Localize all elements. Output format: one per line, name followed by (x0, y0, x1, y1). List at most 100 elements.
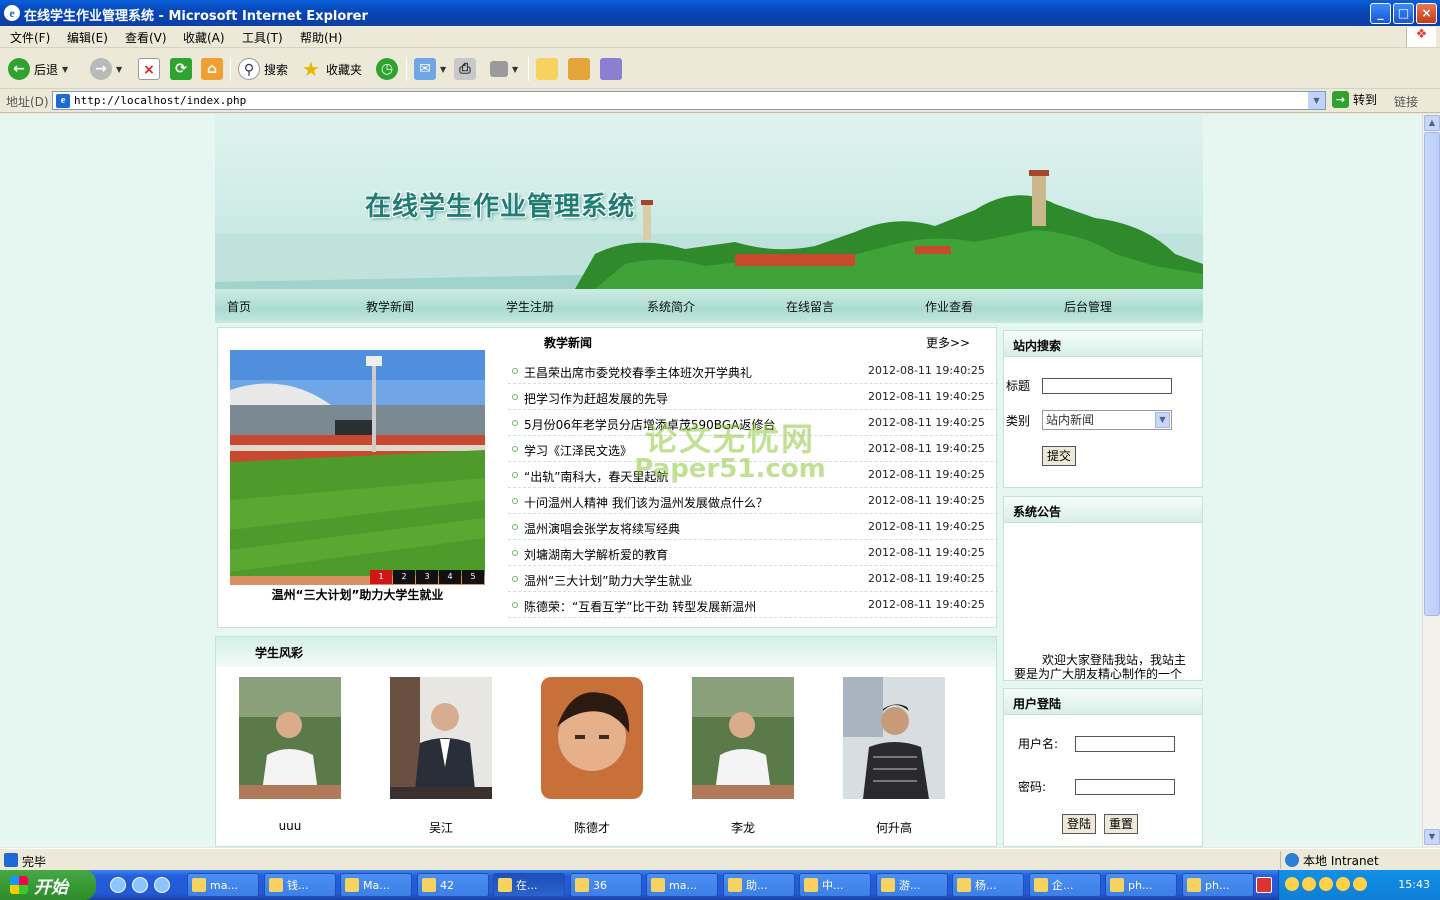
list-item[interactable]: 陈德荣：“互看互学”比干劲 转型发展新温州 2012-08-11 19:40:25 (508, 592, 998, 618)
login-button[interactable]: 登陆 (1062, 814, 1097, 834)
mail-button[interactable]: ✉ ▼ (414, 55, 446, 83)
slideshow-caption[interactable]: 温州“三大计划”助力大学生就业 (230, 586, 485, 603)
taskbar-window-button[interactable]: 42 (417, 873, 489, 897)
taskbar-window-button[interactable]: 中... (799, 873, 871, 897)
nav-admin[interactable]: 后台管理 (1064, 298, 1112, 315)
taskbar-window-button[interactable]: ma... (646, 873, 718, 897)
list-item[interactable]: 十问温州人精神 我们该为温州发展做点什么？ 2012-08-11 19:40:25 (508, 488, 998, 514)
taskbar-window-button[interactable]: ma... (187, 873, 259, 897)
close-button[interactable]: × (1416, 3, 1437, 24)
refresh-button[interactable]: ⟳ (170, 55, 192, 83)
links-button[interactable]: 链接 (1394, 93, 1418, 110)
student-card[interactable]: 李龙 (692, 677, 794, 835)
menu-tools[interactable]: 工具(T) (242, 29, 283, 46)
quicklaunch-ie-icon[interactable] (110, 877, 126, 893)
username-input[interactable] (1075, 736, 1175, 752)
address-dropdown-icon[interactable]: ▼ (1308, 92, 1325, 109)
network-icon[interactable] (1336, 877, 1350, 891)
student-photo[interactable] (239, 677, 341, 799)
student-photo[interactable] (390, 677, 492, 799)
slide-page-4[interactable]: 4 (439, 570, 461, 584)
list-item[interactable]: 王昌荣出席市委党校春季主体班次开学典礼 2012-08-11 19:40:25 (508, 358, 998, 384)
nav-teaching-news[interactable]: 教学新闻 (366, 298, 414, 315)
chevron-down-icon[interactable]: ▼ (1155, 412, 1170, 428)
search-submit-button[interactable]: 提交 (1042, 446, 1077, 466)
list-item[interactable]: 温州“三大计划”助力大学生就业 2012-08-11 19:40:25 (508, 566, 998, 592)
student-card[interactable]: 何升高 (843, 677, 945, 835)
search-title-input[interactable] (1042, 378, 1172, 394)
menu-view[interactable]: 查看(V) (125, 29, 167, 46)
list-item[interactable]: 学习《江泽民文选》 2012-08-11 19:40:25 (508, 436, 998, 462)
news-item-title[interactable]: “出轨”南科大，春天里起航 (524, 468, 668, 485)
nav-online-message[interactable]: 在线留言 (786, 298, 834, 315)
taskbar-window-button[interactable]: 杨... (952, 873, 1024, 897)
stop-button[interactable]: × (138, 55, 160, 83)
forward-dropdown-icon[interactable]: ▼ (116, 65, 122, 74)
menu-file[interactable]: 文件(F) (10, 29, 50, 46)
menu-favorites[interactable]: 收藏(A) (183, 29, 225, 46)
mail-dropdown-icon[interactable]: ▼ (440, 65, 446, 74)
scroll-down-icon[interactable]: ▼ (1424, 829, 1440, 845)
qq-icon[interactable] (1285, 877, 1299, 891)
nav-student-register[interactable]: 学生注册 (506, 298, 554, 315)
address-field[interactable]: e ▼ (52, 91, 1326, 110)
tray-app-icon[interactable] (1256, 877, 1272, 893)
menu-help[interactable]: 帮助(H) (300, 29, 342, 46)
news-item-title[interactable]: 陈德荣：“互看互学”比干劲 转型发展新温州 (524, 598, 756, 615)
news-item-title[interactable]: 温州“三大计划”助力大学生就业 (524, 572, 692, 589)
start-button[interactable]: 开始 (0, 870, 96, 900)
news-item-title[interactable]: 5月份06年老学员分店增添卓茂590BGA返修台 (524, 416, 775, 433)
taskbar-window-button[interactable]: 游... (876, 873, 948, 897)
news-item-title[interactable]: 王昌荣出席市委党校春季主体班次开学典礼 (524, 364, 752, 381)
student-card[interactable]: uuu (239, 677, 341, 833)
list-item[interactable]: 刘墉湖南大学解析爱的教育 2012-08-11 19:40:25 (508, 540, 998, 566)
home-button[interactable]: ⌂ (201, 55, 223, 83)
favorites-button[interactable]: ★ 收藏夹 (300, 55, 362, 83)
quicklaunch-desktop-icon[interactable] (132, 877, 148, 893)
news-item-title[interactable]: 学习《江泽民文选》 (524, 442, 632, 459)
qq-icon[interactable] (1319, 877, 1333, 891)
messenger-button[interactable] (600, 55, 622, 83)
research-button[interactable] (568, 55, 590, 83)
news-slideshow-image[interactable] (230, 350, 485, 585)
notes-button[interactable] (536, 55, 558, 83)
news-item-title[interactable]: 十问温州人精神 我们该为温州发展做点什么？ (524, 494, 768, 511)
student-card[interactable]: 吴江 (390, 677, 492, 835)
history-button[interactable]: ◷ (376, 55, 398, 83)
edit-button[interactable]: ▼ (490, 55, 518, 83)
nav-system-intro[interactable]: 系统简介 (647, 298, 695, 315)
list-item[interactable]: 5月份06年老学员分店增添卓茂590BGA返修台 2012-08-11 19:40… (508, 410, 998, 436)
edit-dropdown-icon[interactable]: ▼ (512, 65, 518, 74)
list-item[interactable]: 温州演唱会张学友将续写经典 2012-08-11 19:40:25 (508, 514, 998, 540)
taskbar-window-button[interactable]: 企... (1029, 873, 1101, 897)
taskbar-window-button[interactable]: 钱... (264, 873, 336, 897)
student-photo[interactable] (692, 677, 794, 799)
password-input[interactable] (1075, 779, 1175, 795)
minimize-button[interactable]: _ (1370, 3, 1391, 24)
scroll-up-icon[interactable]: ▲ (1424, 115, 1440, 131)
nav-homework-view[interactable]: 作业查看 (925, 298, 973, 315)
back-button[interactable]: ← 后退 ▼ (8, 55, 68, 83)
student-photo[interactable] (843, 677, 945, 799)
menu-edit[interactable]: 编辑(E) (67, 29, 108, 46)
taskbar-window-button[interactable]: Ma... (340, 873, 412, 897)
taskbar-window-button[interactable]: 在... (493, 873, 565, 897)
quicklaunch-media-icon[interactable] (154, 877, 170, 893)
news-item-title[interactable]: 温州演唱会张学友将续写经典 (524, 520, 680, 537)
taskbar-window-button[interactable]: 36 (570, 873, 642, 897)
forward-button[interactable]: → ▼ (90, 55, 122, 83)
slide-page-3[interactable]: 3 (416, 570, 438, 584)
search-button[interactable]: ⚲ 搜索 (238, 55, 288, 83)
news-item-title[interactable]: 把学习作为赶超发展的先导 (524, 390, 668, 407)
taskbar-window-button[interactable]: ph... (1182, 873, 1254, 897)
back-dropdown-icon[interactable]: ▼ (62, 65, 68, 74)
search-category-select[interactable]: 站内新闻 ▼ (1042, 410, 1172, 430)
vertical-scrollbar[interactable]: ▲ ▼ (1422, 114, 1440, 847)
qq-icon[interactable] (1302, 877, 1316, 891)
nav-home[interactable]: 首页 (227, 298, 251, 315)
student-photo[interactable] (541, 677, 643, 799)
taskbar-window-button[interactable]: 助... (723, 873, 795, 897)
scroll-thumb[interactable] (1424, 132, 1440, 616)
slide-page-2[interactable]: 2 (393, 570, 415, 584)
volume-icon[interactable] (1353, 877, 1367, 891)
